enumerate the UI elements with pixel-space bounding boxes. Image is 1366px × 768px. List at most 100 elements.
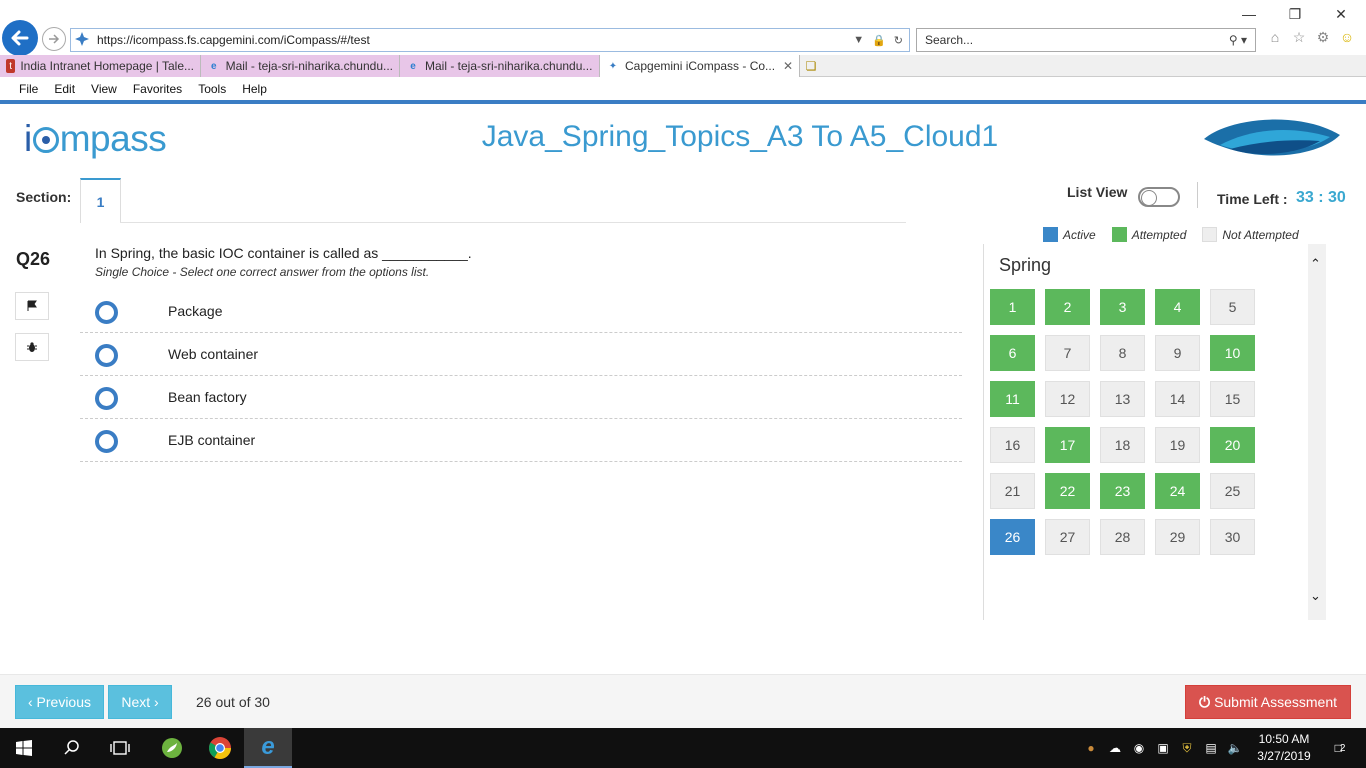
tab-label: Mail - teja-sri-niharika.chundu...	[425, 59, 593, 73]
option-label: Package	[168, 303, 223, 319]
radio-button[interactable]	[95, 386, 118, 410]
legend-not-attempted: Not Attempted	[1202, 227, 1299, 242]
next-button[interactable]: Next ›	[108, 685, 172, 719]
option-web-container[interactable]: Web container	[80, 333, 962, 376]
back-button[interactable]	[2, 20, 38, 56]
star-icon[interactable]: ☆	[1290, 28, 1308, 46]
question-palette: Spring 1 2 3 4 5 6 7 8 9 10 11 12 13 14 15 16 17 18 19 20 21…	[983, 244, 1326, 620]
submit-assessment-button[interactable]: ⏻ Submit Assessment	[1185, 685, 1351, 719]
radio-button[interactable]	[95, 300, 118, 324]
section-tab-1[interactable]: 1	[80, 178, 121, 223]
palette-question-20[interactable]: 20	[1210, 427, 1255, 463]
browser-tab-intranet[interactable]: t India Intranet Homepage | Tale...	[0, 55, 201, 77]
palette-question-22[interactable]: 22	[1045, 473, 1090, 509]
option-bean-factory[interactable]: Bean factory	[80, 376, 962, 419]
gear-icon[interactable]: ⚙	[1314, 28, 1332, 46]
palette-question-6[interactable]: 6	[990, 335, 1035, 371]
taskbar-search-button[interactable]	[48, 728, 96, 768]
cloud-icon[interactable]: ☁	[1106, 739, 1124, 757]
restore-icon[interactable]: ❐	[1272, 0, 1318, 28]
network-icon[interactable]: ▤	[1202, 739, 1220, 757]
report-bug-button[interactable]	[15, 333, 49, 361]
icompass-logo: i mpass	[24, 118, 167, 160]
palette-scrollbar[interactable]: ⌃ ⌄	[1308, 244, 1326, 620]
palette-question-25[interactable]: 25	[1210, 473, 1255, 509]
search-icon[interactable]: ⚲ ▾	[1229, 33, 1255, 47]
address-bar[interactable]: https://icompass.fs.capgemini.com/iCompa…	[70, 28, 910, 52]
tray-app-icon[interactable]: ●	[1082, 739, 1100, 757]
option-package[interactable]: Package	[80, 290, 962, 333]
palette-question-9[interactable]: 9	[1155, 335, 1200, 371]
palette-question-5[interactable]: 5	[1210, 289, 1255, 325]
network-app-icon[interactable]: ▣	[1154, 739, 1172, 757]
option-label: Bean factory	[168, 389, 247, 405]
notifications-button[interactable]: □ 2	[1322, 728, 1358, 768]
new-tab-button[interactable]: ❏	[800, 55, 822, 77]
palette-question-12[interactable]: 12	[1045, 381, 1090, 417]
dropdown-icon[interactable]: ▼	[853, 34, 864, 47]
close-tab-icon[interactable]: ✕	[783, 59, 793, 73]
taskbar-clock[interactable]: 10:50 AM 3/27/2019	[1252, 731, 1316, 765]
palette-question-18[interactable]: 18	[1100, 427, 1145, 463]
palette-question-7[interactable]: 7	[1045, 335, 1090, 371]
palette-question-3[interactable]: 3	[1100, 289, 1145, 325]
task-view-button[interactable]	[96, 728, 144, 768]
menu-tools[interactable]: Tools	[198, 82, 226, 96]
legend-label: Attempted	[1131, 227, 1187, 242]
palette-question-27[interactable]: 27	[1045, 519, 1090, 555]
palette-question-17[interactable]: 17	[1045, 427, 1090, 463]
palette-question-13[interactable]: 13	[1100, 381, 1145, 417]
start-button[interactable]	[0, 728, 48, 768]
forward-button[interactable]	[42, 27, 66, 51]
palette-question-10[interactable]: 10	[1210, 335, 1255, 371]
lock-icon[interactable]: 🔒	[872, 34, 886, 47]
minimize-icon[interactable]: —	[1226, 0, 1272, 28]
palette-question-2[interactable]: 2	[1045, 289, 1090, 325]
palette-question-26[interactable]: 26	[990, 519, 1035, 555]
taskbar-internet-explorer[interactable]: e	[244, 728, 292, 768]
palette-question-4[interactable]: 4	[1155, 289, 1200, 325]
palette-grid: 1 2 3 4 5 6 7 8 9 10 11 12 13 14 15 16 17 18 19 20 21 22 23 24 2…	[990, 289, 1255, 564]
smiley-icon[interactable]: ☺	[1338, 28, 1356, 46]
taskbar-spring-app[interactable]	[148, 728, 196, 768]
palette-question-1[interactable]: 1	[990, 289, 1035, 325]
palette-question-24[interactable]: 24	[1155, 473, 1200, 509]
menu-edit[interactable]: Edit	[54, 82, 75, 96]
close-icon[interactable]: ✕	[1318, 0, 1364, 28]
palette-question-15[interactable]: 15	[1210, 381, 1255, 417]
radio-button[interactable]	[95, 343, 118, 367]
flag-button[interactable]	[15, 292, 49, 320]
menu-help[interactable]: Help	[242, 82, 267, 96]
browser-search-input[interactable]: Search... ⚲ ▾	[916, 28, 1256, 52]
palette-question-16[interactable]: 16	[990, 427, 1035, 463]
palette-question-29[interactable]: 29	[1155, 519, 1200, 555]
url-text[interactable]: https://icompass.fs.capgemini.com/iCompa…	[97, 33, 853, 47]
palette-question-8[interactable]: 8	[1100, 335, 1145, 371]
palette-question-30[interactable]: 30	[1210, 519, 1255, 555]
globe-icon[interactable]: ◉	[1130, 739, 1148, 757]
palette-question-14[interactable]: 14	[1155, 381, 1200, 417]
chevron-down-icon[interactable]: ⌄	[1310, 588, 1321, 604]
menu-file[interactable]: File	[19, 82, 38, 96]
list-view-toggle[interactable]	[1138, 187, 1180, 207]
palette-question-28[interactable]: 28	[1100, 519, 1145, 555]
taskbar-chrome[interactable]	[196, 728, 244, 768]
browser-tab-strip: t India Intranet Homepage | Tale... e Ma…	[0, 55, 1366, 77]
volume-icon[interactable]: 🔈	[1226, 739, 1244, 757]
browser-tab-mail-2[interactable]: e Mail - teja-sri-niharika.chundu...	[400, 55, 600, 77]
browser-tab-mail-1[interactable]: e Mail - teja-sri-niharika.chundu...	[201, 55, 400, 77]
refresh-icon[interactable]: ↻	[894, 34, 903, 47]
menu-view[interactable]: View	[91, 82, 117, 96]
palette-question-21[interactable]: 21	[990, 473, 1035, 509]
shield-icon[interactable]: ⛨	[1178, 739, 1196, 757]
palette-question-19[interactable]: 19	[1155, 427, 1200, 463]
radio-button[interactable]	[95, 429, 118, 453]
palette-question-23[interactable]: 23	[1100, 473, 1145, 509]
previous-button[interactable]: ‹ Previous	[15, 685, 104, 719]
browser-tab-icompass[interactable]: ✦ Capgemini iCompass - Co... ✕	[600, 55, 800, 77]
palette-question-11[interactable]: 11	[990, 381, 1035, 417]
chevron-up-icon[interactable]: ⌃	[1310, 256, 1321, 272]
home-icon[interactable]: ⌂	[1266, 28, 1284, 46]
menu-favorites[interactable]: Favorites	[133, 82, 182, 96]
option-ejb-container[interactable]: EJB container	[80, 419, 962, 462]
